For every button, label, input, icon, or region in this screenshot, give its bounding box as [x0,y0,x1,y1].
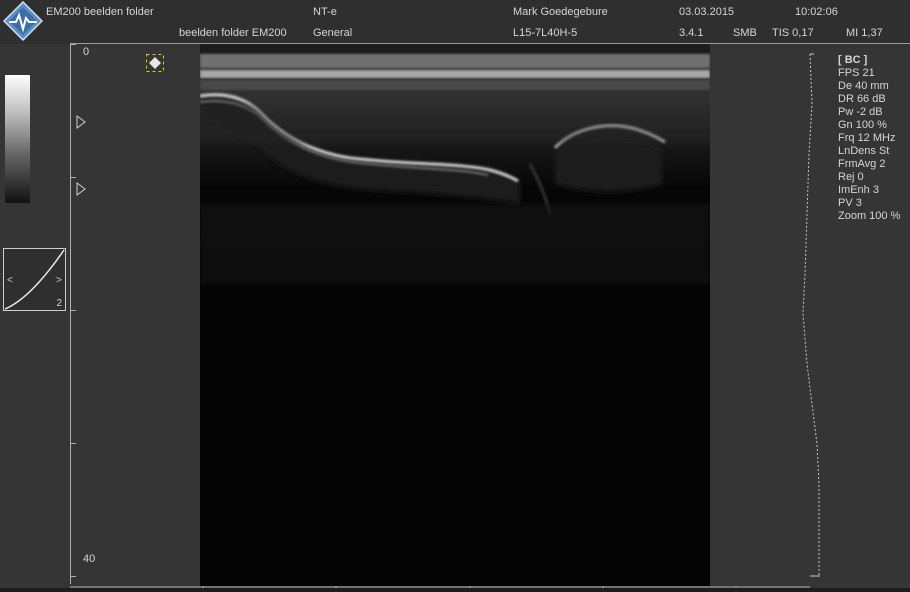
ultrasound-image[interactable] [200,44,710,586]
tis-value: TIS 0,17 [772,27,814,39]
depth-scale-line [70,44,71,584]
body-part-label: SMB [733,27,757,39]
param-power: Pw -2 dB [838,106,883,118]
application-label: General [313,27,353,39]
logo-icon [3,1,43,41]
depth-tick [70,310,76,311]
preset-label: NT-e [313,6,337,18]
param-line-density: LnDens St [838,145,890,157]
focus-triangle-icon[interactable] [76,115,86,129]
depth-scale: 0 40 [70,44,200,592]
roi-diamond-icon[interactable] [146,54,164,72]
gray-map-number: 2 [56,298,62,309]
probe-name: L15-7L40H-5 [513,27,578,39]
tgc-curve[interactable] [790,44,830,592]
param-mode: [ BC ] [838,54,868,66]
focus-triangle-icon[interactable] [76,182,86,196]
depth-tick [70,177,76,178]
param-depth: De 40 mm [838,80,889,92]
grayscale-bar [5,75,30,203]
param-zoom: Zoom 100 % [838,210,901,222]
ultrasound-screen: EM200 beelden folder beelden folder EM20… [0,0,910,592]
software-version: 3.4.1 [679,27,704,39]
param-frequency: Frq 12 MHz [838,132,896,144]
folder-name: EM200 beelden folder [46,6,154,18]
gray-map-curve[interactable]: < > 2 [3,248,66,311]
param-dynamic-range: DR 66 dB [838,93,886,105]
depth-top-label: 0 [83,46,90,58]
folder-name-secondary: beelden folder EM200 [179,27,287,39]
exam-date: 03.03.2015 [679,6,735,18]
param-frame-average: FrmAvg 2 [838,158,886,170]
operator-name: Mark Goedegebure [513,6,608,18]
svg-text:<: < [7,275,13,286]
depth-tick [70,443,76,444]
param-reject: Rej 0 [838,171,864,183]
ultrasound-image-render [200,44,710,586]
param-pv: PV 3 [838,197,862,209]
param-gain: Gn 100 % [838,119,887,131]
mi-value: MI 1,37 [846,27,883,39]
depth-tick [70,576,76,577]
depth-bottom-label: 40 [83,553,96,565]
svg-text:>: > [56,275,62,286]
param-fps: FPS 21 [838,67,875,79]
imaging-parameters: [ BC ] FPS 21 De 40 mm DR 66 dB Pw -2 dB… [838,54,910,223]
depth-tick [70,44,76,45]
header-bar: EM200 beelden folder beelden folder EM20… [0,0,910,44]
bottom-strip [0,588,910,592]
param-image-enhancement: ImEnh 3 [838,184,879,196]
exam-time: 10:02:06 [795,6,838,18]
